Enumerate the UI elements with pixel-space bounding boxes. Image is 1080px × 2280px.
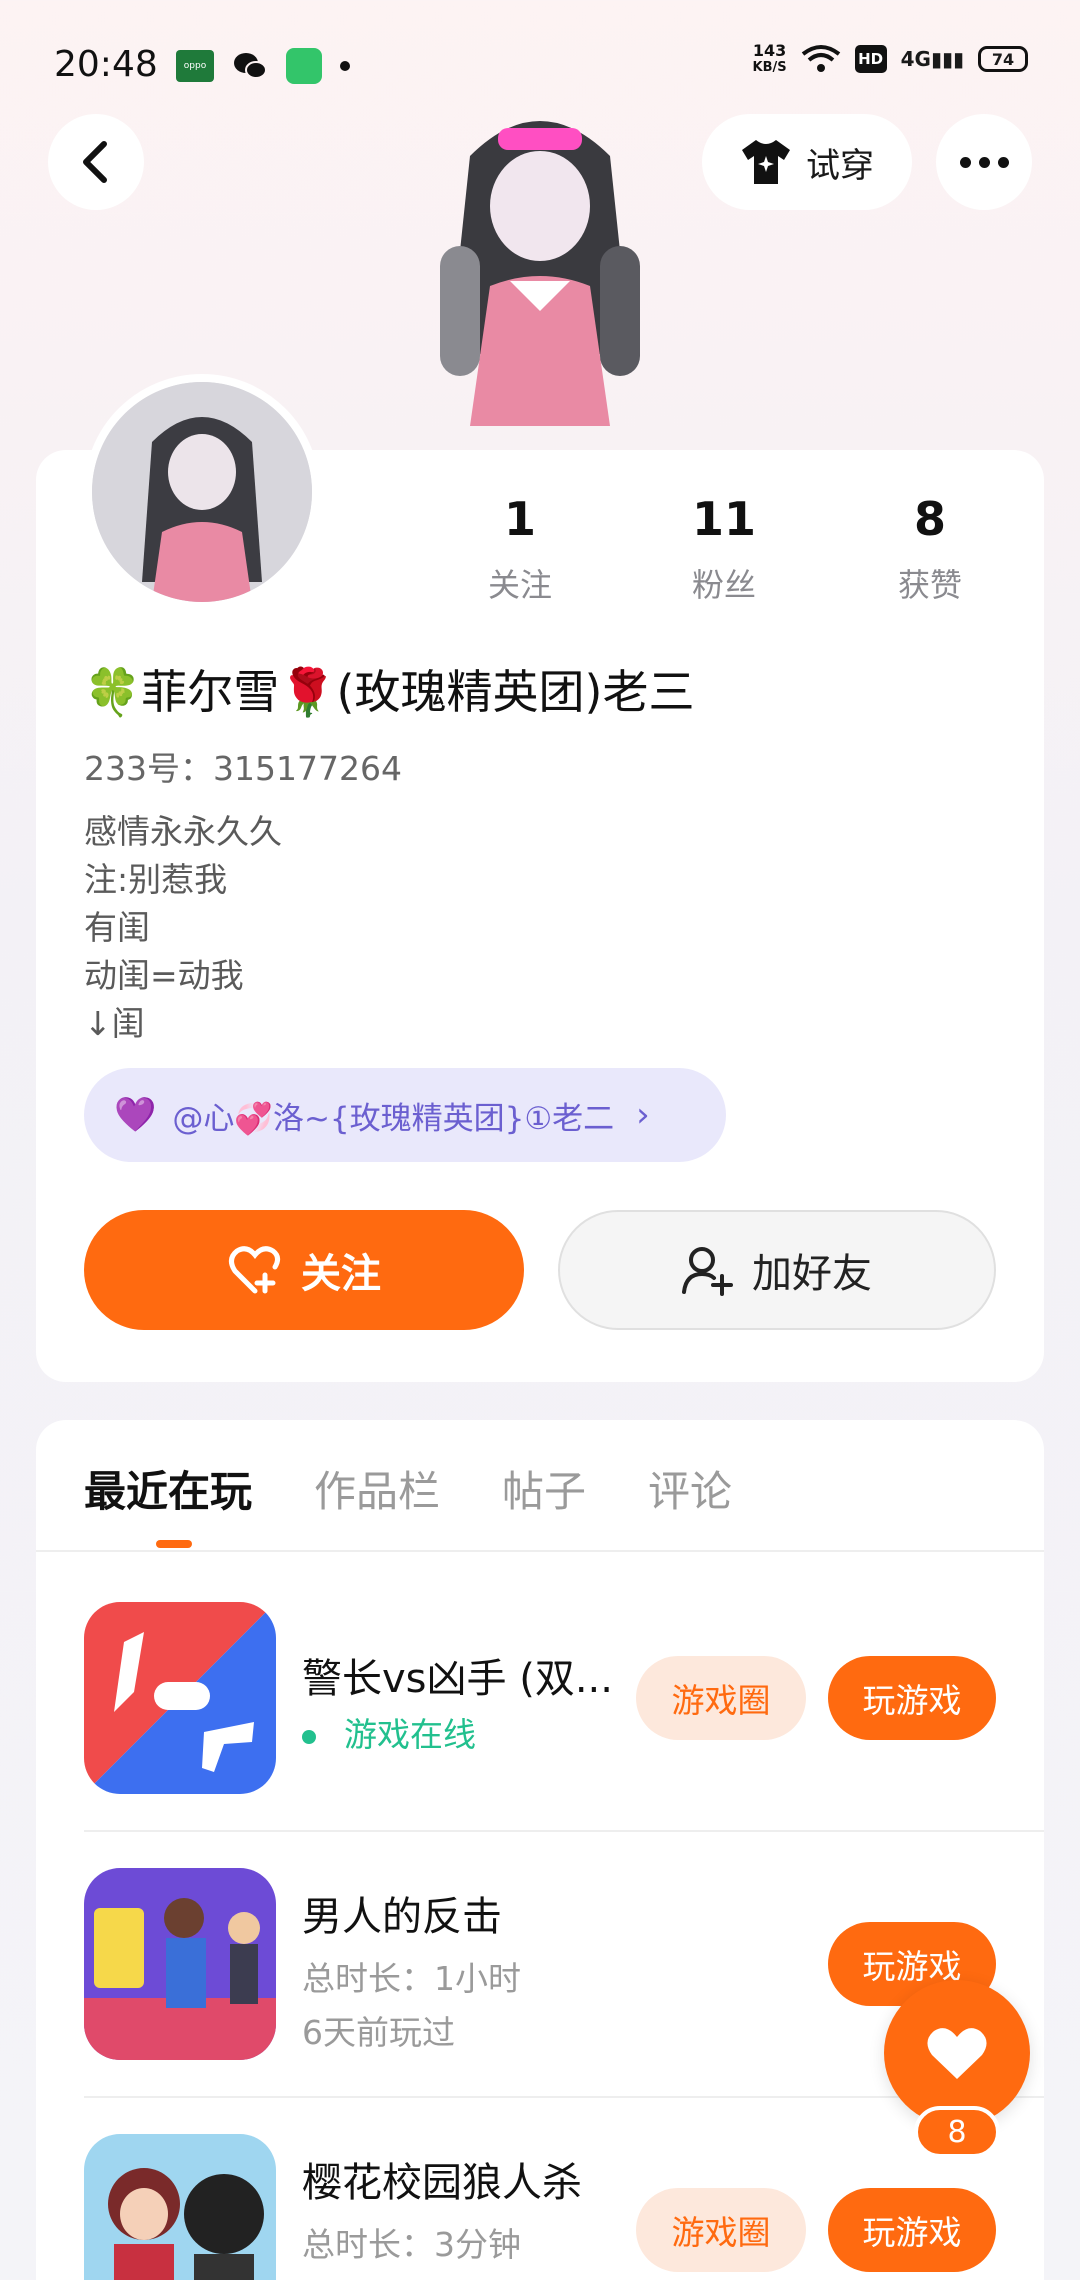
try-on-button[interactable]: 试穿 [702, 114, 912, 210]
heart-icon: 💜 [114, 1095, 157, 1135]
more-options-button[interactable] [936, 114, 1032, 210]
tab-posts[interactable]: 帖子 [502, 1458, 586, 1519]
username: 🍀菲尔雪🌹(玫瑰精英团)老三 [84, 665, 695, 719]
add-friend-label: 加好友 [752, 1251, 872, 1297]
bio: 感情永永久久 注:别惹我 有闺 动闺=动我 ↓闺 [84, 808, 282, 1048]
chevron-right-icon: › [636, 1095, 650, 1135]
system-status: 143 KB/S HD 4G▮▮▮ 74 [753, 42, 1028, 76]
game-last-played: 6天前玩过 [302, 2013, 455, 2052]
play-game-button[interactable]: 玩游戏 [828, 1656, 996, 1740]
relationship-text: @心💞洛~{玫瑰精英团}①老二 [172, 1100, 615, 1137]
active-tab-indicator [156, 1540, 192, 1548]
divider [36, 1550, 1044, 1552]
game-row[interactable]: 樱花校园狼人杀 总时长：3分钟 游戏圈 玩游戏 [84, 2134, 1044, 2280]
tab-recently-played[interactable]: 最近在玩 [84, 1458, 252, 1519]
bio-line: 有闺 [84, 908, 150, 947]
tab-comments[interactable]: 评论 [648, 1458, 732, 1519]
stat-following[interactable]: 1 关注 [430, 492, 610, 606]
game-title: 警长vs凶手 (双... [302, 1656, 613, 1702]
battery-icon: 74 [978, 46, 1028, 72]
try-on-label: 试穿 [806, 145, 874, 186]
stat-label: 获赞 [897, 566, 962, 604]
hd-icon: HD [854, 45, 887, 73]
game-circle-button[interactable]: 游戏圈 [636, 1656, 806, 1740]
heart-plus-icon [229, 1246, 281, 1294]
stat-likes[interactable]: 8 获赞 [840, 492, 1020, 606]
oppo-app-icon: oppo [176, 50, 214, 82]
play-game-button[interactable]: 玩游戏 [828, 2188, 996, 2272]
avatar-image [92, 382, 312, 602]
cellular-signal-icon: 4G▮▮▮ [900, 47, 964, 71]
stat-label: 关注 [487, 566, 552, 604]
game-online-status: 游戏在线 [302, 1708, 476, 1756]
game-icon-sheriff-vs-killer [84, 1602, 276, 1794]
tab-works[interactable]: 作品栏 [314, 1458, 440, 1519]
online-dot-icon [302, 1729, 316, 1744]
wifi-icon [801, 45, 840, 72]
game-icon-sakura-school-werewolf [84, 2134, 276, 2280]
bio-line: 感情永永久久 [84, 812, 282, 851]
game-playtime: 总时长：1小时 [302, 1959, 521, 1998]
like-count-badge: 8 [914, 2106, 1000, 2158]
more-dot-icon [978, 156, 990, 168]
more-dot-icon [997, 156, 1009, 168]
back-button[interactable] [48, 114, 144, 210]
game-playtime: 总时长：3分钟 [302, 2225, 521, 2264]
stat-label: 粉丝 [691, 566, 756, 604]
divider [84, 1830, 1044, 1832]
notification-icons: oppo [176, 48, 350, 84]
add-user-icon [682, 1247, 733, 1296]
game-title: 樱花校园狼人杀 [302, 2160, 582, 2206]
relationship-chip[interactable]: 💜 @心💞洛~{玫瑰精英团}①老二 › [84, 1068, 726, 1162]
shirt-icon [742, 140, 790, 184]
avatar-character-illustration [440, 121, 640, 426]
follow-button[interactable]: 关注 [84, 1210, 524, 1330]
game-icon-mans-counterattack [84, 1868, 276, 2060]
more-notifications-dot [340, 61, 350, 71]
wechat-icon [234, 53, 267, 79]
bio-line: 动闺=动我 [84, 956, 244, 995]
app-store-icon [286, 48, 322, 84]
like-fab-button[interactable] [884, 1980, 1030, 2126]
game-row[interactable]: 警长vs凶手 (双... 游戏在线 游戏圈 玩游戏 [84, 1602, 1044, 1794]
add-friend-button[interactable]: 加好友 [558, 1210, 996, 1330]
profile-tabs: 最近在玩 作品栏 帖子 评论 [84, 1458, 732, 1519]
stat-followers[interactable]: 11 粉丝 [634, 492, 814, 606]
avatar[interactable] [84, 374, 320, 610]
bio-line: ↓闺 [84, 1004, 145, 1043]
user-id: 233号：315177264 [84, 749, 402, 788]
stat-value: 1 [503, 492, 536, 546]
game-title: 男人的反击 [302, 1894, 502, 1940]
chevron-left-icon [83, 141, 107, 183]
stat-value: 11 [691, 492, 756, 546]
game-circle-button[interactable]: 游戏圈 [636, 2188, 806, 2272]
stat-value: 8 [913, 492, 946, 546]
follow-label: 关注 [301, 1251, 381, 1297]
status-time: 20:48 [54, 44, 158, 85]
heart-icon [927, 2028, 987, 2079]
more-dot-icon [959, 156, 971, 168]
network-speed: 143 KB/S [752, 41, 787, 75]
bio-line: 注:别惹我 [84, 860, 228, 899]
